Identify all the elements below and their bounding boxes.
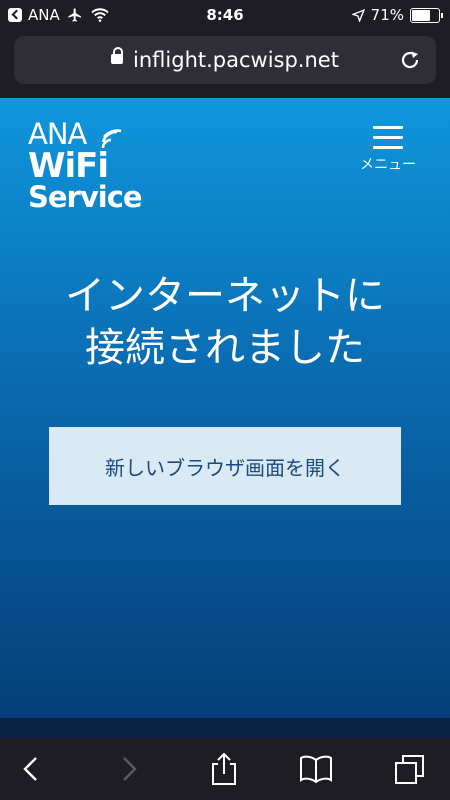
reload-icon[interactable] (398, 48, 422, 72)
menu-button[interactable]: メニュー (354, 126, 422, 174)
logo-line-ana: ANA (28, 117, 87, 151)
logo-line-service: Service (28, 180, 143, 214)
headline-line-2: 接続されました (85, 325, 365, 371)
lock-icon (111, 47, 124, 64)
page-footer-band (0, 718, 450, 738)
bookmarks-icon[interactable] (299, 752, 333, 786)
forward-icon[interactable] (112, 752, 146, 786)
status-bar: ANA 8:46 71% (0, 0, 450, 32)
headline-line-1: インターネットに (65, 273, 385, 319)
menu-label: メニュー (360, 157, 416, 173)
share-icon[interactable] (207, 752, 241, 786)
wifi-signal-icon (101, 129, 122, 149)
tabs-icon[interactable] (393, 752, 427, 786)
browser-toolbar (0, 738, 450, 800)
logo-line-wifi: WiFi (28, 146, 109, 186)
address-bar[interactable]: inflight.pacwisp.net (14, 36, 436, 84)
ana-wifi-logo[interactable]: ANA WiFi Service (28, 117, 143, 214)
back-icon[interactable] (14, 752, 48, 786)
captive-portal-page: ANA WiFi Service メニュー インターネットに 接続されました 新… (0, 98, 450, 718)
browser-address-area: inflight.pacwisp.net (0, 32, 450, 98)
url-text: inflight.pacwisp.net (133, 48, 339, 72)
menu-icon (354, 126, 422, 149)
battery-percent: 71% (370, 6, 404, 24)
status-right: 71% (351, 6, 443, 24)
battery-icon (410, 7, 443, 23)
url-display[interactable]: inflight.pacwisp.net (14, 47, 436, 72)
connected-headline: インターネットに 接続されました (0, 270, 450, 374)
open-new-browser-button[interactable]: 新しいブラウザ画面を開く (49, 427, 401, 505)
location-arrow-icon (351, 8, 365, 22)
